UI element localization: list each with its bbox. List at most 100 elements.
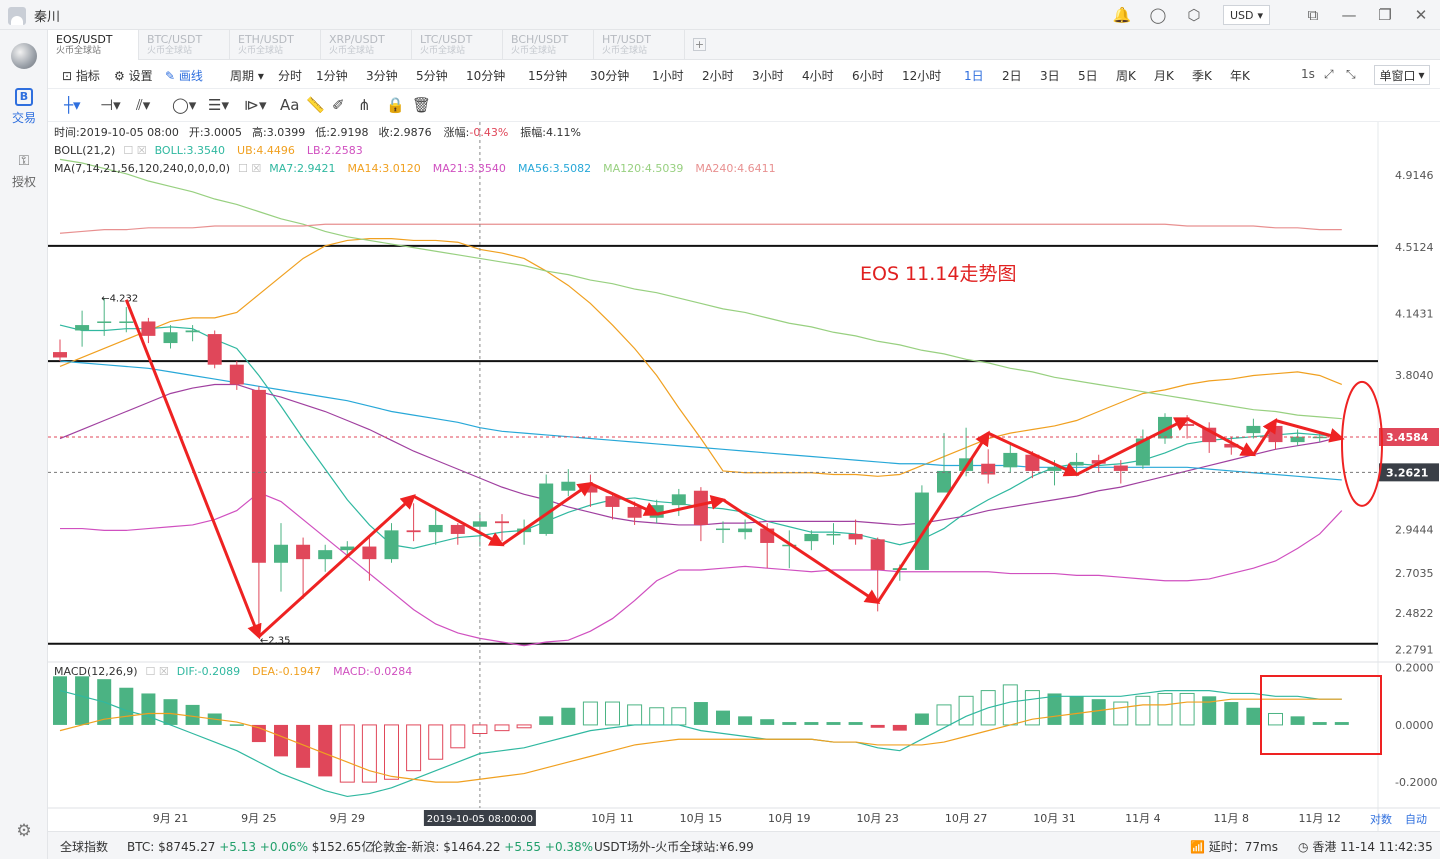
shirt-icon[interactable]: ⬡ [1183, 4, 1205, 26]
ma-legend-item: MA(7,14,21,56,120,240,0,0,0,0) [54, 162, 230, 175]
tab-eos-usdt[interactable]: EOS/USDT 火币全球站 [48, 30, 139, 60]
period-18[interactable]: 周K [1116, 67, 1136, 84]
ma-legend: MA(7,14,21,56,120,240,0,0,0,0) ☐ ☒ MA7:2.9… [54, 162, 776, 175]
period-19[interactable]: 月K [1154, 67, 1174, 84]
clock-icon: ◷ [1298, 840, 1309, 854]
tab-eth-usdt[interactable]: ETH/USDT 火币全球站 [230, 30, 321, 60]
fullscreen-icon[interactable]: ⤢ [1324, 67, 1334, 82]
bell-icon[interactable]: 🔔 [1111, 4, 1133, 26]
horizontal-line-tool-icon[interactable]: ⊣▾ [100, 96, 121, 114]
macd-legend-item: MACD:-0.0284 [333, 665, 412, 678]
macd-bar [1290, 716, 1305, 725]
global-index-label[interactable]: 全球指数 [60, 838, 108, 855]
macd-bar [826, 722, 841, 725]
settings-gear-icon[interactable]: ⚙ [14, 821, 34, 841]
speed-label[interactable]: 1s [1301, 67, 1315, 81]
period-7[interactable]: 30分钟 [590, 67, 629, 84]
period-8[interactable]: 1小时 [652, 67, 684, 84]
close-icon[interactable]: ✕ [1410, 4, 1432, 26]
min-price-label: ←2.35 [260, 636, 291, 647]
period-12[interactable]: 6小时 [852, 67, 884, 84]
period-1[interactable]: 分时 [278, 67, 302, 84]
wifi-icon: 📶 [1190, 840, 1205, 854]
candle-body [251, 389, 266, 563]
boll-legend-item: LB:2.2583 [307, 144, 363, 157]
tab-btc-usdt[interactable]: BTC/USDT 火币全球站 [139, 30, 230, 60]
ohlc-legend-item: 开:3.0005 [189, 126, 242, 139]
period-4[interactable]: 5分钟 [416, 67, 448, 84]
currency-value: USD [1229, 8, 1254, 22]
macd-legend-item: MACD(12,26,9) [54, 665, 138, 678]
macd-bar [472, 724, 488, 734]
lock-tool-icon[interactable]: 🔒 [386, 96, 405, 114]
candle-body [274, 544, 288, 563]
period-dropdown[interactable]: 周期 ▾ [230, 67, 264, 84]
macd-bar [163, 699, 178, 725]
draw-button[interactable]: ✎ 画线 [165, 67, 203, 84]
tab-ltc-usdt[interactable]: LTC/USDT 火币全球站 [412, 30, 503, 60]
screenshot-icon[interactable]: ⤡ [1346, 67, 1356, 82]
tab-source: 火币全球站 [420, 46, 466, 56]
sidebar-item-auth[interactable]: ⚿ 授权 [0, 152, 48, 190]
log-scale-toggle: 对数 [1370, 812, 1392, 826]
period-20[interactable]: 季K [1192, 67, 1212, 84]
ellipse-tool-icon[interactable]: ◯▾ [172, 96, 196, 114]
trend-line-tool-icon[interactable]: ⫽▾ [136, 96, 150, 114]
settings-button[interactable]: ⚙ 设置 [114, 67, 153, 84]
macd-legend-item: DIF:-0.2089 [177, 665, 240, 678]
chevron-down-icon: ▾ [1257, 8, 1263, 22]
macd-legend-item: ☐ ☒ [146, 665, 169, 678]
period-14[interactable]: 1日 [964, 67, 984, 84]
tab-ht-usdt[interactable]: HT/USDT 火币全球站 [594, 30, 685, 60]
period-21[interactable]: 年K [1230, 67, 1250, 84]
period-3[interactable]: 3分钟 [366, 67, 398, 84]
chevron-down-icon: ▾ [1418, 68, 1425, 82]
sidebar-item-trade[interactable]: B 交易 [0, 88, 48, 126]
fibonacci-tool-icon[interactable]: ☰▾ [208, 96, 229, 114]
user-name: 秦川 [34, 10, 61, 25]
period-2[interactable]: 1分钟 [316, 67, 348, 84]
period-10[interactable]: 3小时 [752, 67, 784, 84]
btc-change: +5.13 +0.06% [219, 840, 308, 854]
period-6[interactable]: 15分钟 [528, 67, 567, 84]
btc-volume: $152.65亿 [311, 840, 374, 854]
user-info[interactable]: 秦川 [8, 6, 60, 25]
popout-icon[interactable]: ⧉ [1302, 4, 1324, 26]
macd-bar [428, 724, 444, 760]
macd-bar [804, 722, 819, 725]
candle-body [340, 546, 355, 551]
tab-pair: EOS/USDT [56, 33, 113, 46]
minimize-icon[interactable]: — [1338, 4, 1360, 26]
period-13[interactable]: 12小时 [902, 67, 941, 84]
macd-legend: MACD(12,26,9) ☐ ☒ DIF:-0.2089 DEA:-0.1947 MA… [54, 665, 412, 678]
period-15[interactable]: 2日 [1002, 67, 1022, 84]
tab-xrp-usdt[interactable]: XRP/USDT 火币全球站 [321, 30, 412, 60]
candle-body [1113, 465, 1128, 471]
period-17[interactable]: 5日 [1078, 67, 1098, 84]
trash-tool-icon[interactable]: 🗑 [412, 96, 431, 114]
pattern-tool-icon[interactable]: ⧐▾ [244, 96, 267, 114]
magnet-tool-icon[interactable]: ⋔ [358, 96, 371, 114]
period-5[interactable]: 10分钟 [466, 67, 505, 84]
crosshair-tool-icon[interactable]: ┼▾ [64, 96, 81, 114]
period-16[interactable]: 3日 [1040, 67, 1060, 84]
tab-bch-usdt[interactable]: BCH/USDT 火币全球站 [503, 30, 594, 60]
currency-select[interactable]: USD ▾ [1222, 5, 1270, 25]
ruler-tool-icon[interactable]: 📏 [306, 96, 325, 114]
restore-icon[interactable]: ❐ [1374, 4, 1396, 26]
period-11[interactable]: 4小时 [802, 67, 834, 84]
kline-chart[interactable]: 4.9146 4.5124 4.1431 3.8040 2.9444 2.7035 2.48… [48, 122, 1440, 831]
eraser-tool-icon[interactable]: ✐ [332, 96, 345, 114]
chat-icon[interactable]: ◯ [1147, 4, 1169, 26]
period-9[interactable]: 2小时 [702, 67, 734, 84]
macd-bar [649, 707, 665, 726]
latency-text: 延时：77ms [1208, 840, 1278, 854]
text-tool-icon[interactable]: Aa [280, 96, 299, 114]
window-mode-select[interactable]: 单窗口 ▾ [1374, 65, 1430, 85]
indicator-button[interactable]: ⊡ 指标 [62, 67, 100, 84]
candle-body [163, 332, 178, 344]
left-sidebar: B 交易 ⚿ 授权 ⚙ [0, 30, 48, 859]
macd-bar [494, 724, 510, 732]
macd-bar [848, 722, 863, 725]
add-tab-button[interactable]: + [693, 38, 706, 51]
